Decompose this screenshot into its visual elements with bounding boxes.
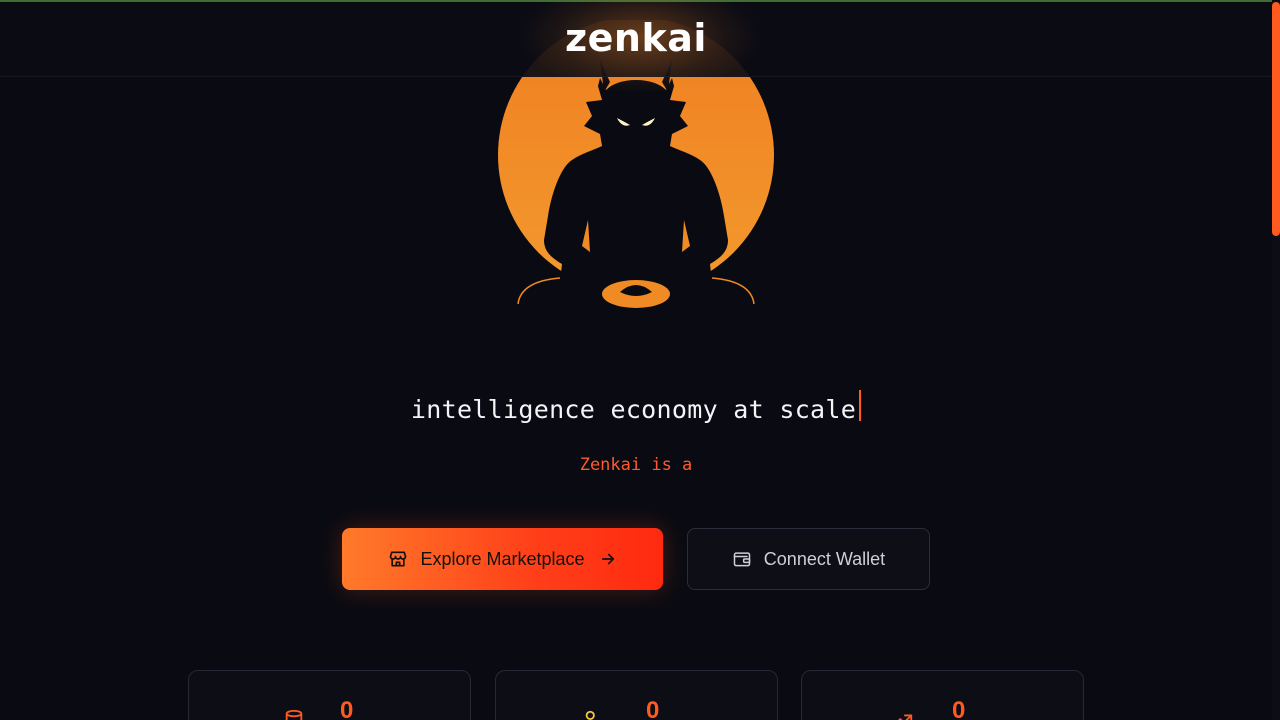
hero-tagline: intelligence economy at scale (0, 390, 1272, 424)
connect-wallet-button[interactable]: Connect Wallet (687, 528, 930, 590)
explore-marketplace-label: Explore Marketplace (420, 548, 585, 569)
stat-card: 0 (801, 670, 1084, 720)
explore-marketplace-button[interactable]: Explore Marketplace (342, 528, 663, 590)
stat-card: 0 (188, 670, 471, 720)
wallet-icon (732, 549, 752, 569)
zenkai-logo[interactable]: zenkai (0, 16, 1272, 60)
stat-value: 0 (340, 697, 354, 720)
tagline-text: intelligence economy at scale (410, 395, 857, 424)
connect-wallet-label: Connect Wallet (763, 548, 886, 569)
stat-value: 0 (952, 697, 966, 720)
scrollbar-thumb[interactable] (1272, 2, 1280, 236)
storefront-icon (388, 549, 408, 569)
users-icon (582, 709, 604, 720)
arrow-right-icon (599, 550, 617, 568)
stat-value: 0 (646, 697, 660, 720)
database-icon (283, 709, 305, 720)
hero-subline: Zenkai is a (579, 455, 693, 475)
typing-cursor (859, 390, 862, 421)
trending-up-icon (892, 709, 914, 720)
top-nav-bar: zenkai (0, 0, 1272, 92)
stat-card: 0 (495, 670, 778, 720)
page: zenkai intelligence economy at scale Zen… (0, 0, 1280, 720)
